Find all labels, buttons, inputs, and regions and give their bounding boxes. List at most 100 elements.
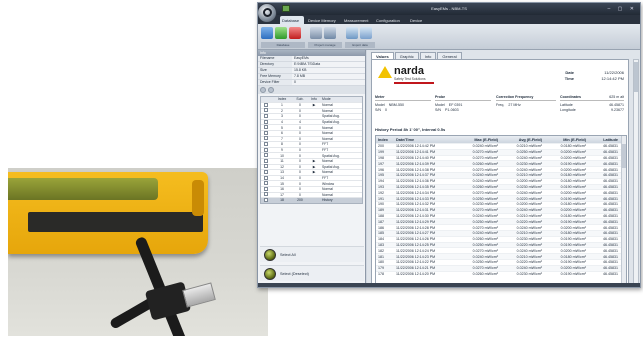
cell-latitude: 46.45831: [603, 219, 618, 224]
cell-avg: 0.0240 mW/cm²: [516, 225, 542, 230]
col-index[interactable]: Index: [376, 138, 396, 142]
cell-max: 0.0240 mW/cm²: [472, 231, 498, 236]
table-row[interactable]: 180 11/22/2006 12:14:22 PM 0.0250 mW/cm² 0.…: [376, 258, 626, 265]
tab-measurement[interactable]: Measurement: [344, 16, 374, 24]
table-row[interactable]: 189 11/22/2006 12:14:31 PM 0.0270 mW/cm² 0.…: [376, 206, 626, 213]
history-table[interactable]: Index Date/Time Max (E-Field) Avg (E-Fie…: [375, 135, 627, 285]
tab-general[interactable]: General: [437, 52, 462, 59]
table-row[interactable]: 198 11/22/2006 12:14:40 PM 0.0270 mW/cm² 0.…: [376, 154, 626, 161]
col-avg[interactable]: Avg (E-Field): [498, 138, 542, 142]
row-checkbox[interactable]: [264, 141, 268, 146]
row-checkbox[interactable]: [264, 130, 268, 135]
title-bar: EasyEMs - NBM-TS – ▢ ✕: [258, 3, 640, 15]
delete-icon[interactable]: [289, 27, 301, 39]
new-db-icon[interactable]: [261, 27, 273, 39]
tab-device-memory[interactable]: Device Memory: [308, 16, 342, 24]
deselect-button[interactable]: Select (Deselect): [260, 265, 364, 281]
copy-icon[interactable]: [324, 27, 336, 39]
row-checkbox[interactable]: [264, 192, 268, 197]
table-row[interactable]: 186 11/22/2006 12:14:28 PM 0.0270 mW/cm² 0.…: [376, 224, 626, 230]
row-sub: 0: [299, 192, 301, 197]
tab-database[interactable]: Database: [280, 16, 304, 24]
row-checkbox[interactable]: [264, 164, 268, 169]
table-row[interactable]: 184 11/22/2006 12:14:26 PM 0.0260 mW/cm² 0.…: [376, 235, 626, 242]
col-min[interactable]: Min (E-Field): [542, 138, 586, 142]
list-item[interactable]: 11 0 ▶ Normal: [261, 157, 362, 164]
cell-latitude: 46.45831: [603, 225, 618, 230]
tab-info[interactable]: Info: [419, 52, 437, 59]
list-item[interactable]: 12 0 ▶ Spatial Avg.: [261, 163, 362, 170]
cell-index: 179: [378, 266, 384, 271]
col-max[interactable]: Max (E-Field): [454, 138, 498, 142]
table-row[interactable]: 183 11/22/2006 12:14:25 PM 0.0250 mW/cm² 0.…: [376, 241, 626, 248]
col-datetime[interactable]: Date/Time: [396, 138, 454, 142]
row-checkbox[interactable]: [264, 119, 268, 124]
row-mode: Window: [322, 181, 335, 186]
table-row[interactable]: 179 11/22/2006 12:14:21 PM 0.0270 mW/cm² 0.…: [376, 264, 626, 271]
table-row[interactable]: 193 11/22/2006 12:14:35 PM 0.0260 mW/cm² 0.…: [376, 183, 626, 190]
table-row[interactable]: 192 11/22/2006 12:14:34 PM 0.0270 mW/cm² 0.…: [376, 189, 626, 195]
back-icon[interactable]: [260, 87, 266, 93]
row-checkbox[interactable]: [264, 181, 268, 186]
app-menu-button[interactable]: [258, 3, 277, 23]
list-item[interactable]: 18 200 History: [261, 197, 362, 203]
table-row[interactable]: 185 11/22/2006 12:14:27 PM 0.0240 mW/cm² 0.…: [376, 229, 626, 236]
field-label: Longitude: [560, 108, 576, 112]
row-checkbox[interactable]: [264, 147, 268, 152]
cell-avg: 0.0240 mW/cm²: [516, 266, 542, 271]
row-index: 17: [280, 192, 284, 197]
row-checkbox[interactable]: [264, 197, 268, 202]
row-checkbox[interactable]: [264, 108, 268, 113]
row-checkbox[interactable]: [264, 136, 268, 141]
search-icon[interactable]: [360, 27, 372, 39]
table-row[interactable]: 187 11/22/2006 12:14:29 PM 0.0250 mW/cm² 0.…: [376, 218, 626, 225]
logo-underline: [394, 82, 434, 84]
row-checkbox[interactable]: [264, 102, 268, 107]
table-row[interactable]: 188 11/22/2006 12:14:30 PM 0.0240 mW/cm² 0.…: [376, 212, 626, 219]
list-item[interactable]: 1 0 ▶ Normal: [261, 102, 362, 108]
table-row[interactable]: 195 11/22/2006 12:14:37 PM 0.0240 mW/cm² 0.…: [376, 171, 626, 178]
row-checkbox[interactable]: [264, 186, 268, 191]
col-latitude[interactable]: Latitude: [586, 138, 626, 142]
tab-graphic[interactable]: Graphic: [394, 52, 419, 59]
quick-access-icon[interactable]: [282, 5, 290, 12]
scroll-thumb[interactable]: [622, 144, 626, 168]
tab-configuration[interactable]: Configuration: [376, 16, 408, 24]
field-value: NBM-550: [388, 103, 404, 107]
table-row[interactable]: 182 11/22/2006 12:14:24 PM 0.0270 mW/cm² 0.…: [376, 247, 626, 253]
cell-min: 0.0200 mW/cm²: [560, 155, 586, 160]
table-row[interactable]: 196 11/22/2006 12:14:38 PM 0.0270 mW/cm² 0.…: [376, 166, 626, 172]
row-checkbox[interactable]: [264, 153, 268, 158]
row-checkbox[interactable]: [264, 158, 268, 163]
tab-device[interactable]: Device: [410, 16, 430, 24]
list-item[interactable]: 13 0 ▶ Normal: [261, 169, 362, 175]
open-db-icon[interactable]: [275, 27, 287, 39]
table-row[interactable]: 197 11/22/2006 12:14:39 PM 0.0260 mW/cm² 0.…: [376, 160, 626, 167]
table-row[interactable]: 190 11/22/2006 12:14:32 PM 0.0230 mW/cm² 0.…: [376, 200, 626, 207]
time-value: 12:14:42 PM: [601, 76, 624, 81]
cell-max: 0.0270 mW/cm²: [472, 225, 498, 230]
table-row[interactable]: 191 11/22/2006 12:14:33 PM 0.0250 mW/cm² 0.…: [376, 195, 626, 201]
table-row[interactable]: 194 11/22/2006 12:14:36 PM 0.0240 mW/cm² 0.…: [376, 177, 626, 184]
row-checkbox[interactable]: [264, 113, 268, 118]
cell-min: 0.0200 mW/cm²: [560, 208, 586, 213]
property-value: EasyEMs: [294, 56, 309, 60]
tab-values[interactable]: Values: [371, 52, 394, 59]
row-checkbox[interactable]: [264, 169, 268, 174]
table-row[interactable]: 200 11/22/2006 12:14:42 PM 0.0240 mW/cm² 0.…: [376, 143, 626, 149]
window-controls[interactable]: – ▢ ✕: [608, 6, 637, 12]
table-scrollbar[interactable]: [621, 136, 626, 284]
row-checkbox[interactable]: [264, 175, 268, 180]
export-icon[interactable]: [346, 27, 358, 39]
pane-scroll-thumb[interactable]: [634, 62, 638, 92]
row-checkbox[interactable]: [264, 125, 268, 130]
table-row[interactable]: 199 11/22/2006 12:14:41 PM 0.0270 mW/cm² 0.…: [376, 148, 626, 155]
forward-icon[interactable]: [268, 87, 274, 93]
table-row[interactable]: 178 11/22/2006 12:14:20 PM 0.0260 mW/cm² 0.…: [376, 270, 626, 277]
cell-min: 0.0180 mW/cm²: [560, 179, 586, 184]
table-row[interactable]: 181 11/22/2006 12:14:23 PM 0.0240 mW/cm² 0.…: [376, 253, 626, 259]
row-index: 16: [280, 187, 284, 192]
import-icon[interactable]: [310, 27, 322, 39]
pane-scrollbar[interactable]: [633, 59, 639, 286]
select-all-button[interactable]: Select All: [260, 246, 364, 262]
